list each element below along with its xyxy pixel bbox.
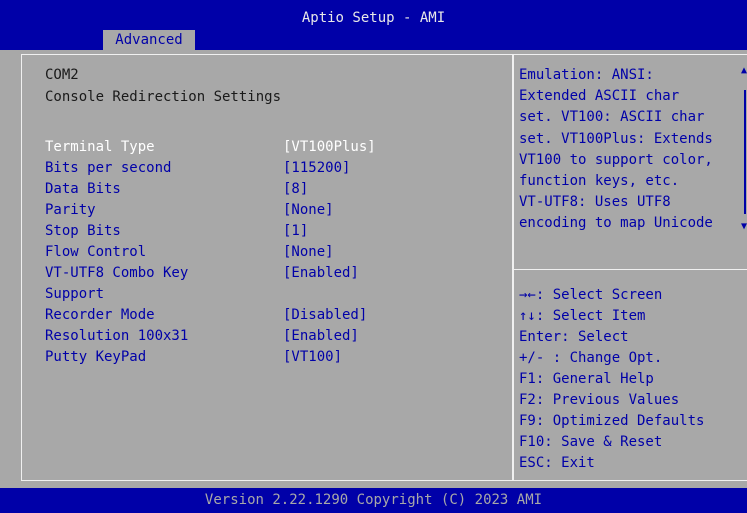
help-keys-divider bbox=[514, 269, 747, 270]
setting-label-vt-utf8-combo-key-cont[interactable]: Support bbox=[45, 285, 104, 303]
setting-value-resolution[interactable]: [Enabled] bbox=[283, 327, 359, 345]
key-hint-general-help: F1: General Help bbox=[519, 371, 654, 387]
key-hint-select-screen: →←: Select Screen bbox=[519, 287, 663, 303]
setting-label-putty-keypad[interactable]: Putty KeyPad bbox=[45, 348, 146, 366]
key-hint-previous-values: F2: Previous Values bbox=[519, 392, 680, 408]
setting-label-recorder-mode[interactable]: Recorder Mode bbox=[45, 306, 155, 324]
app-title: Aptio Setup - AMI bbox=[301, 10, 446, 26]
tab-advanced[interactable]: Advanced bbox=[103, 30, 195, 50]
key-hint-select-item: ↑↓: Select Item bbox=[519, 308, 646, 324]
setting-label-data-bits[interactable]: Data Bits bbox=[45, 180, 121, 198]
setting-value-flow-control[interactable]: [None] bbox=[283, 243, 334, 261]
setting-label-resolution[interactable]: Resolution 100x31 bbox=[45, 327, 188, 345]
key-hint-change-opt: +/- : Change Opt. bbox=[519, 350, 663, 366]
key-hint-exit: ESC: Exit bbox=[519, 455, 595, 471]
help-line: function keys, etc. bbox=[519, 173, 680, 190]
setting-value-vt-utf8-combo-key[interactable]: [Enabled] bbox=[283, 264, 359, 282]
help-line: set. VT100Plus: Extends bbox=[519, 130, 713, 147]
section-heading: COM2 bbox=[45, 67, 79, 83]
setting-value-data-bits[interactable]: [8] bbox=[283, 180, 308, 198]
setting-value-recorder-mode[interactable]: [Disabled] bbox=[283, 306, 367, 324]
key-hint-save-reset: F10: Save & Reset bbox=[519, 434, 663, 450]
help-line: Extended ASCII char bbox=[519, 88, 680, 105]
key-hint-enter: Enter: Select bbox=[519, 329, 629, 345]
help-line: VT-UTF8: Uses UTF8 bbox=[519, 194, 671, 211]
section-subheading: Console Redirection Settings bbox=[45, 89, 282, 105]
help-scrollbar-thumb[interactable] bbox=[744, 90, 746, 214]
setting-label-terminal-type[interactable]: Terminal Type bbox=[45, 138, 155, 156]
setting-label-bits-per-second[interactable]: Bits per second bbox=[45, 159, 171, 177]
panel-divider bbox=[512, 54, 514, 481]
setting-value-stop-bits[interactable]: [1] bbox=[283, 222, 308, 240]
help-line: Emulation: ANSI: bbox=[519, 67, 654, 83]
help-text: Emulation: ANSI: Extended ASCII char set… bbox=[519, 65, 731, 235]
setting-value-putty-keypad[interactable]: [VT100] bbox=[283, 348, 342, 366]
setting-label-stop-bits[interactable]: Stop Bits bbox=[45, 222, 121, 240]
setting-label-vt-utf8-combo-key[interactable]: VT-UTF8 Combo Key bbox=[45, 264, 188, 282]
setting-value-bits-per-second[interactable]: [115200] bbox=[283, 159, 350, 177]
version-text: Version 2.22.1290 Copyright (C) 2023 AMI bbox=[204, 492, 543, 508]
key-hint-optimized-defaults: F9: Optimized Defaults bbox=[519, 413, 705, 429]
setting-label-flow-control[interactable]: Flow Control bbox=[45, 243, 146, 261]
help-line: set. VT100: ASCII char bbox=[519, 109, 705, 126]
setting-value-parity[interactable]: [None] bbox=[283, 201, 334, 219]
key-legend: →←: Select Screen ↑↓: Select Item Enter:… bbox=[519, 285, 704, 474]
setting-value-terminal-type[interactable]: [VT100Plus] bbox=[283, 138, 376, 156]
help-line: VT100 to support color, bbox=[519, 151, 713, 168]
scroll-down-icon[interactable]: ▼ bbox=[741, 222, 747, 232]
setting-label-parity[interactable]: Parity bbox=[45, 201, 96, 219]
help-line: encoding to map Unicode bbox=[519, 215, 713, 232]
scroll-up-icon[interactable]: ▲ bbox=[741, 66, 747, 76]
